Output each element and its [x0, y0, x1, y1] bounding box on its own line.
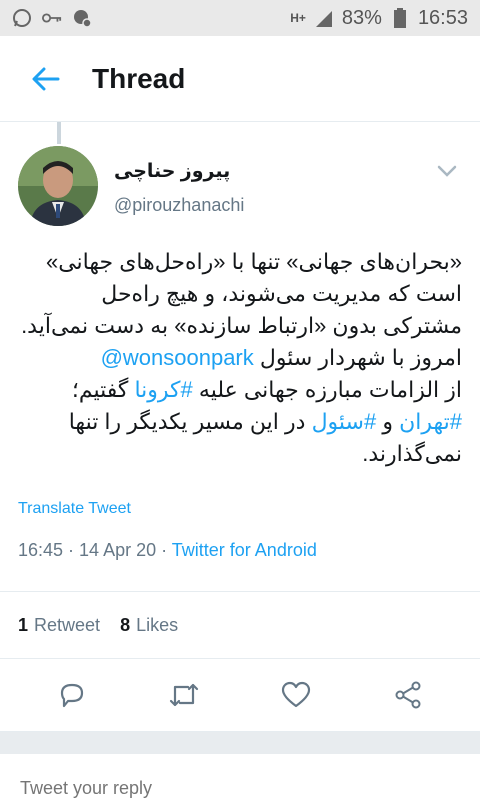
- avatar[interactable]: [18, 146, 98, 226]
- reply-button[interactable]: [52, 675, 92, 715]
- tweet-line-5: از الزامات مبارزه جهانی علیه #کرونا گفتی…: [18, 374, 462, 406]
- likes-count: 8: [120, 614, 131, 635]
- heart-icon: [281, 681, 311, 708]
- no-network-icon: [72, 8, 92, 28]
- author-name[interactable]: پیروز حناچی: [114, 160, 432, 183]
- hashtag-tehran-link[interactable]: #تهران: [399, 409, 462, 434]
- hashtag-corona-link[interactable]: #کرونا: [134, 377, 192, 402]
- tweet-line-3: مشترکی بدون «ارتباط سازنده» به دست نمی‌آ…: [21, 313, 462, 338]
- network-type: H+: [290, 11, 306, 25]
- back-button[interactable]: [0, 36, 92, 122]
- tweet-line-5-end: گفتیم؛: [71, 377, 135, 402]
- battery-icon: [390, 8, 410, 28]
- status-bar-right: H+ 83% 16:53: [290, 7, 468, 30]
- tweet-line-4-text: امروز با شهردار سئول: [253, 345, 462, 370]
- retweets-count: 1: [18, 614, 29, 635]
- chevron-down-icon: [437, 165, 457, 177]
- reply-icon: [60, 683, 84, 708]
- retweet-icon: [169, 683, 199, 707]
- key-icon: [42, 8, 62, 28]
- tweet-line-5-text: از الزامات مبارزه جهانی علیه: [192, 377, 462, 402]
- whatsapp-icon: [12, 8, 32, 28]
- reply-composer: [0, 754, 480, 800]
- tweet-text: «بحران‌های جهانی» تنها با «راه‌حل‌های جه…: [18, 246, 462, 470]
- section-gap: [0, 732, 480, 754]
- tweet-line-6-and: و: [376, 409, 400, 434]
- app-bar: Thread: [0, 36, 480, 122]
- tweet-line-4: امروز با شهردار سئول @wonsoonpark: [18, 342, 462, 374]
- tweet-actions: [0, 658, 480, 732]
- signal-icon: [314, 8, 334, 28]
- tweet-line-1: «بحران‌های جهانی» تنها با «راه‌حل‌های جه…: [45, 249, 462, 274]
- status-bar-left: [12, 8, 92, 28]
- translate-tweet-link[interactable]: Translate Tweet: [18, 500, 462, 518]
- hashtag-seoul-link[interactable]: #سئول: [312, 409, 377, 434]
- retweets-label: Retweet: [34, 614, 101, 635]
- battery-percent: 83%: [341, 6, 382, 29]
- tweet-timestamp: 16:45 · 14 Apr 20 ·: [18, 540, 172, 560]
- like-button[interactable]: [276, 675, 316, 715]
- tweet-meta: 16:45 · 14 Apr 20 · Twitter for Android: [18, 540, 462, 561]
- tweet-header: پیروز حناچی @pirouzhanachi: [18, 122, 462, 226]
- retweets-stat[interactable]: 1 Retweet: [18, 615, 100, 636]
- tweet-stats: 1 Retweet 8 Likes: [0, 592, 480, 658]
- status-bar: H+ 83% 16:53: [0, 0, 480, 36]
- page-title: Thread: [92, 62, 186, 94]
- mention-link[interactable]: @wonsoonpark: [101, 345, 254, 370]
- tweet-line-6: #تهران و #سئول در این مسیر یکدیگر را تنه…: [18, 406, 462, 438]
- tweet-line-6-end: در این مسیر یکدیگر را تنها: [68, 409, 312, 434]
- author-info: پیروز حناچی @pirouzhanachi: [114, 146, 432, 226]
- tweet-options-button[interactable]: [432, 156, 462, 186]
- tweet: پیروز حناچی @pirouzhanachi «بحران‌های جه…: [0, 122, 480, 561]
- share-icon: [395, 681, 421, 709]
- reply-input[interactable]: [18, 774, 462, 800]
- share-button[interactable]: [388, 675, 428, 715]
- tweet-source-link[interactable]: Twitter for Android: [172, 540, 317, 560]
- likes-stat[interactable]: 8 Likes: [120, 615, 178, 636]
- retweet-button[interactable]: [164, 675, 204, 715]
- likes-label: Likes: [136, 614, 179, 635]
- tweet-line-2: است که مدیریت می‌شوند، و هیچ راه‌حل: [101, 281, 462, 306]
- tweet-line-7: نمی‌گذارند.: [362, 441, 462, 466]
- clock: 16:53: [417, 6, 468, 29]
- back-arrow-icon: [32, 67, 60, 90]
- author-handle[interactable]: @pirouzhanachi: [114, 195, 432, 216]
- thread-connector: [57, 122, 61, 144]
